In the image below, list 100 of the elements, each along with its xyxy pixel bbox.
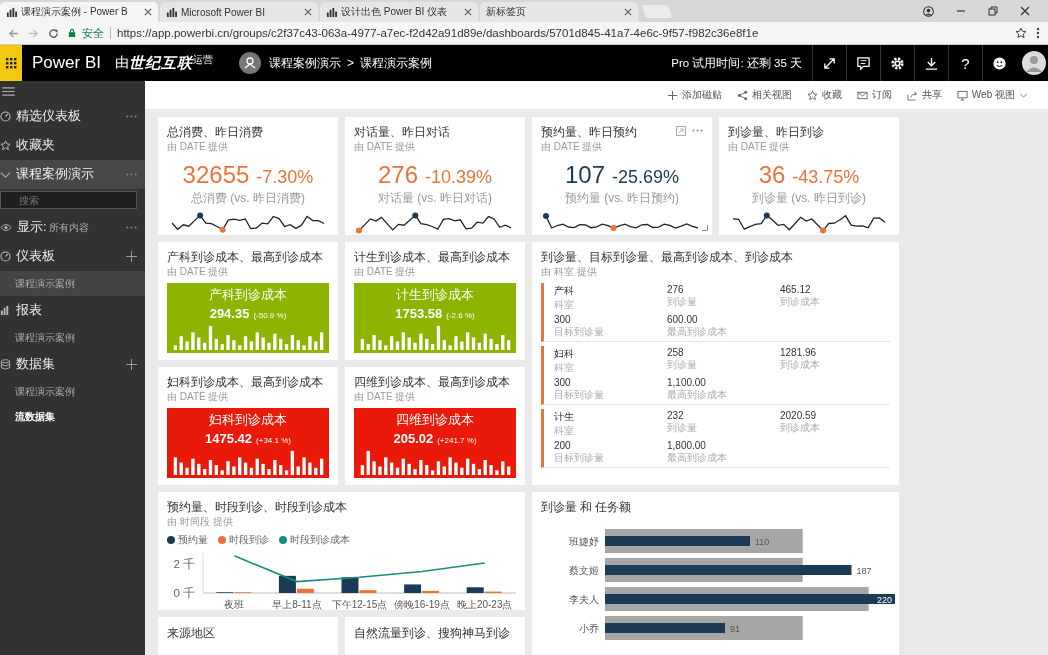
toolbar-button[interactable]: 订阅	[856, 88, 892, 102]
card-tile[interactable]: 计生到诊成本、最高到诊成本 由 DATE 提供 计生到诊成本 1753.58 (-2.6 %)	[345, 242, 525, 360]
kpi-tile[interactable]: 到诊量、昨日到诊 由 DATE 提供 36 -43.75% 到诊量 (vs. 昨日到诊)	[719, 117, 899, 235]
panel-title: 产科到诊成本	[209, 286, 287, 304]
kpi-caption: 到诊量 (vs. 昨日到诊)	[751, 190, 867, 207]
kpi-tile[interactable]: 总消费、昨日消费 由 DATE 提供 32655 -7.30% 总消费 (vs. 昨日消费)	[158, 117, 338, 235]
operator-logo: 世纪互联	[129, 53, 193, 73]
chart-tile[interactable]: 到诊量 和 任务额 班婕妤 110 蔡文姬 187 李夫人 220 小乔 91	[532, 492, 899, 655]
filter-item[interactable]: 显示: 所有内容	[0, 219, 126, 236]
toolbar-button[interactable]: Web 视图	[956, 88, 1028, 102]
kpi-caption: 总消费 (vs. 昨日消费)	[190, 190, 306, 207]
tile-title: 对话量、昨日对话	[354, 125, 450, 140]
field-label: 到诊量	[667, 358, 697, 372]
field-value: 200	[554, 440, 571, 451]
search-field[interactable]: 搜索	[0, 191, 137, 209]
tile-title: 来源地区	[167, 626, 215, 641]
tile-subtitle: 由 DATE 提供	[167, 140, 229, 154]
field-value: 产科	[554, 284, 574, 298]
browser-tab[interactable]: 设计出色 Power BI 仪表	[320, 2, 478, 22]
legend-label: 预约量	[178, 533, 208, 547]
card-tile[interactable]: 妇科到诊成本、最高到诊成本 由 DATE 提供 妇科到诊成本 1475.42 (+34.1 %)	[158, 367, 338, 485]
browser-tab[interactable]: 课程演示案例 - Power B	[0, 2, 158, 22]
browser-tab[interactable]: Microsoft Power BI	[160, 2, 318, 22]
sidebar-item[interactable]: 精选仪表板	[0, 108, 126, 125]
field-value: 计生	[554, 410, 574, 424]
field-label: 目标到诊量	[554, 451, 604, 465]
kpi-change: -7.30%	[256, 167, 314, 188]
kpi-caption: 预约量 (vs. 昨日预约)	[564, 190, 680, 207]
operator-prefix: 由	[115, 54, 129, 72]
panel-change: (+34.1 %)	[256, 436, 291, 445]
breadcrumb-link[interactable]: 课程案例演示	[269, 55, 341, 71]
panel-change: (-50.9 %)	[253, 311, 287, 320]
kpi-tile[interactable]: 对话量、昨日对话 由 DATE 提供 276 -10.39% 对话量 (vs. 昨日对话)	[345, 117, 525, 235]
field-value: 1,100.00	[667, 377, 706, 388]
sidebar-subitem[interactable]: 课程演示案例	[0, 325, 145, 350]
field-label: 到诊量	[667, 295, 697, 309]
field-value: 1281.96	[780, 347, 817, 358]
field-value: 232	[667, 410, 684, 421]
sidebar-item[interactable]: 数据集	[0, 356, 126, 373]
field-value: 276	[667, 284, 684, 295]
tile-title: 预约量、昨日预约	[541, 125, 637, 140]
sidebar-item[interactable]: 收藏夹	[0, 137, 137, 154]
browser-tab[interactable]: 新标签页	[480, 2, 638, 22]
app-name: Power BI	[32, 53, 101, 73]
sidebar-item[interactable]: 仪表板	[0, 248, 126, 265]
toolbar-button[interactable]: 相关视图	[736, 88, 792, 102]
panel-title: 四维到诊成本	[396, 411, 474, 429]
panel-value: 205.02	[393, 431, 434, 446]
panel-change: (+241.7 %)	[437, 436, 477, 445]
field-label: 最高到诊成本	[667, 325, 727, 339]
field-value: 1,800.00	[667, 440, 706, 451]
kpi-tile[interactable]: 预约量、昨日预约 由 DATE 提供 107 -25.69% 预约量 (vs. 昨日预约)	[532, 117, 712, 235]
card-tile[interactable]: 四维到诊成本、最高到诊成本 由 DATE 提供 四维到诊成本 205.02 (+241.7 %)	[345, 367, 525, 485]
field-label: 科室	[554, 298, 574, 312]
axis-label: 0 千	[173, 587, 195, 599]
field-label: 目标到诊量	[554, 388, 604, 402]
chart-tile[interactable]: 预约量、时段到诊、时段到诊成本 由 时间段 提供 预约量 时段到诊 时段到诊成本 2 千 0 千 夜班 早上8-11点 下午12-15点 傍晚16-19点 晚上20-23点	[158, 492, 525, 610]
sidebar-item[interactable]: 报表	[0, 302, 137, 319]
tile-title: 妇科到诊成本、最高到诊成本	[167, 375, 323, 390]
breadcrumb-separator: >	[347, 56, 354, 70]
kpi-change: -10.39%	[425, 167, 493, 188]
legend-label: 时段到诊	[229, 533, 269, 547]
kpi-value: 36	[758, 161, 786, 189]
sidebar-subitem[interactable]: 课程演示案例	[0, 379, 145, 404]
tile-subtitle: 由 DATE 提供	[354, 390, 416, 404]
tile-subtitle: 由 时间段 提供	[167, 515, 233, 529]
data-label: 220	[876, 594, 892, 605]
data-label: 110	[755, 536, 770, 547]
axis-label: 傍晚16-19点	[394, 599, 450, 610]
report-tile[interactable]: 自然流量到诊、搜狗神马到诊	[345, 617, 525, 655]
kpi-value: 276	[377, 161, 418, 189]
toolbar-button[interactable]: 收藏	[806, 88, 842, 102]
kpi-value: 107	[564, 161, 605, 189]
tile-title: 到诊量 和 任务额	[541, 500, 632, 515]
panel-change: (-2.6 %)	[446, 311, 475, 320]
toolbar-button[interactable]: 添加磁贴	[666, 88, 722, 102]
trial-notice: Pro 试用时间: 还剩 35 天	[671, 55, 802, 71]
axis-label: 下午12-15点	[331, 599, 388, 610]
tile-subtitle: 由 科室 提供	[541, 265, 597, 279]
data-label: 91	[729, 623, 740, 634]
field-value: 300	[554, 314, 571, 325]
table-tile[interactable]: 到诊量、目标到诊量、最高到诊成本、到诊成本 由 科室 提供 产科 科室 276 到诊量 465.12 到诊成本 300 目标到诊量 600.00 最高到诊成本 妇科 科室 258 到诊量 1281.96 到诊成本 300 目标到诊量 1,100.00 最高到诊成本 计生 科室 232 到诊量 2020.59 到诊成本 200 目标到诊量 1,800.00 最高到诊成本	[532, 242, 899, 485]
field-value: 300	[554, 377, 571, 388]
tile-subtitle: 由 DATE 提供	[167, 265, 229, 279]
panel-title: 妇科到诊成本	[209, 411, 287, 429]
field-label: 科室	[554, 361, 574, 375]
tile-title: 计生到诊成本、最高到诊成本	[354, 250, 510, 265]
tile-subtitle: 由 DATE 提供	[354, 140, 416, 154]
tile-title: 产科到诊成本、最高到诊成本	[167, 250, 323, 265]
sidebar-subitem[interactable]: 流数据集	[0, 404, 145, 429]
field-label: 科室	[554, 424, 574, 438]
tile-subtitle: 由 DATE 提供	[728, 140, 790, 154]
field-label: 到诊成本	[780, 358, 820, 372]
toolbar-button[interactable]: 共享	[906, 88, 942, 102]
sidebar-subitem[interactable]: 课程演示案例	[0, 271, 145, 296]
report-tile[interactable]: 来源地区	[158, 617, 338, 655]
panel-value: 1475.42	[205, 431, 253, 446]
card-tile[interactable]: 产科到诊成本、最高到诊成本 由 DATE 提供 产科到诊成本 294.35 (-50.9 %)	[158, 242, 338, 360]
field-label: 到诊成本	[780, 421, 820, 435]
breadcrumb-current: 课程演示案例	[360, 55, 432, 71]
